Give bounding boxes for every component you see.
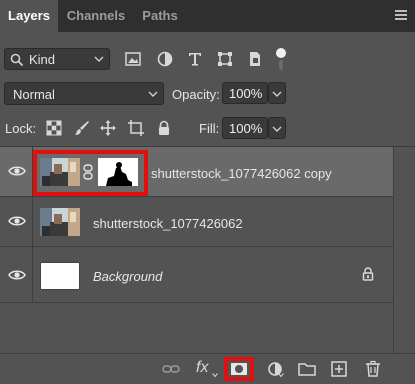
blend-mode-dropdown[interactable]: Normal bbox=[4, 82, 164, 105]
type-layer-filter-icon[interactable] bbox=[186, 50, 204, 68]
fill-label: Fill: bbox=[199, 121, 220, 136]
new-layer-icon[interactable] bbox=[330, 360, 348, 378]
chevron-down-icon bbox=[272, 91, 282, 97]
opacity-slider-button[interactable] bbox=[268, 82, 286, 104]
chevron-down-icon bbox=[148, 91, 158, 97]
blend-row: Normal Opacity: 100% bbox=[0, 82, 415, 106]
visibility-eye-icon[interactable] bbox=[8, 214, 26, 228]
pixel-layer-filter-icon[interactable] bbox=[124, 50, 142, 68]
city-photo-thumbnail-image bbox=[40, 208, 80, 236]
smart-object-filter-icon[interactable] bbox=[246, 50, 264, 68]
layer-name: shutterstock_1077426062 copy bbox=[151, 166, 332, 181]
opacity-input[interactable]: 100% bbox=[222, 82, 268, 104]
chevron-down-icon bbox=[212, 373, 218, 378]
lock-row: Lock: Fill: 100% bbox=[0, 116, 415, 140]
tab-paths[interactable]: Paths bbox=[134, 0, 186, 32]
chevron-down-icon bbox=[278, 373, 284, 378]
highlight-box bbox=[33, 150, 85, 196]
lock-label: Lock: bbox=[5, 121, 37, 136]
filter-toggle-switch[interactable] bbox=[274, 46, 288, 72]
tab-layers[interactable]: Layers bbox=[0, 0, 58, 32]
fill-value: 100% bbox=[229, 121, 263, 136]
filter-kind-label: Kind bbox=[29, 52, 56, 67]
chevron-down-icon bbox=[272, 126, 282, 132]
panel-menu-icon[interactable] bbox=[395, 10, 407, 20]
add-layer-mask-icon[interactable] bbox=[230, 362, 248, 376]
layers-bottom-toolbar: fx bbox=[0, 353, 415, 384]
filter-row: Kind bbox=[0, 44, 415, 74]
lock-artboard-icon[interactable] bbox=[128, 120, 144, 136]
blend-mode-value: Normal bbox=[13, 87, 55, 102]
lock-image-pixels-brush-icon[interactable] bbox=[74, 120, 90, 136]
chevron-down-icon bbox=[94, 56, 104, 62]
trash-icon[interactable] bbox=[364, 360, 382, 378]
scrollbar[interactable] bbox=[393, 147, 415, 353]
layer-lock-icon[interactable] bbox=[362, 267, 374, 281]
filter-kind-dropdown[interactable]: Kind bbox=[4, 48, 110, 70]
lock-position-move-icon[interactable] bbox=[100, 120, 116, 136]
layer-name: Background bbox=[93, 269, 163, 284]
lock-all-icon[interactable] bbox=[156, 120, 172, 136]
search-icon bbox=[10, 53, 24, 67]
opacity-value: 100% bbox=[229, 86, 263, 101]
adjustment-layer-filter-icon[interactable] bbox=[156, 50, 174, 68]
panel-tab-bar: Layers Channels Paths bbox=[0, 0, 415, 32]
divider bbox=[32, 197, 33, 246]
add-layer-style-button[interactable]: fx bbox=[196, 359, 208, 377]
fill-input[interactable]: 100% bbox=[222, 117, 268, 139]
link-layers-icon[interactable] bbox=[162, 360, 180, 378]
visibility-eye-icon[interactable] bbox=[8, 268, 26, 282]
opacity-label: Opacity: bbox=[172, 87, 220, 102]
layer-row[interactable]: Background bbox=[0, 247, 393, 303]
fill-slider-button[interactable] bbox=[268, 117, 286, 139]
lock-transparent-pixels-icon[interactable] bbox=[46, 120, 62, 136]
tab-channels[interactable]: Channels bbox=[58, 0, 134, 32]
layer-row[interactable]: shutterstock_1077426062 bbox=[0, 197, 393, 247]
layer-thumbnail[interactable] bbox=[40, 208, 80, 236]
layer-name: shutterstock_1077426062 bbox=[93, 216, 243, 231]
layer-thumbnail[interactable] bbox=[40, 262, 80, 290]
shape-layer-filter-icon[interactable] bbox=[216, 50, 234, 68]
new-group-folder-icon[interactable] bbox=[298, 360, 316, 378]
divider bbox=[32, 247, 33, 302]
visibility-eye-icon[interactable] bbox=[8, 164, 26, 178]
